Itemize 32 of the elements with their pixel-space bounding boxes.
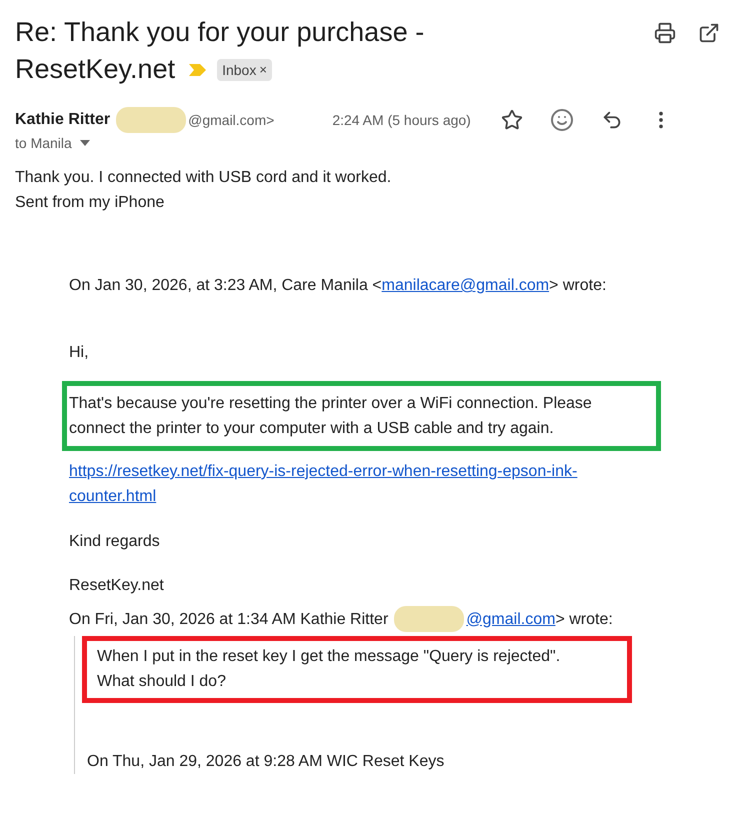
inbox-label[interactable]: Inbox × [217, 58, 272, 80]
recipient-dropdown[interactable]: to Manila [15, 135, 732, 151]
signature-text: ResetKey.net [69, 576, 165, 596]
quote-header-text: On Thu, Jan 29, 2026 at 9:28 AM WIC Reset Keys [87, 752, 446, 772]
open-new-window-icon[interactable] [698, 22, 720, 44]
message-text: Thank you. I connected with USB cord and it worked. [15, 168, 392, 188]
quote-header-text: On Jan 30, 2026, at 3:23 AM, Care Manila < [69, 276, 382, 296]
question-text: What should I do? [97, 672, 227, 692]
email-link[interactable]: @gmail.com [466, 606, 556, 632]
message-text: Sent from my iPhone [15, 193, 166, 213]
quote-header-text: > wrote: [555, 610, 613, 630]
emoji-icon[interactable] [550, 108, 574, 132]
quote-header-text: On Fri, Jan 30, 2026 at 1:34 AM Kathie Ritter [69, 610, 388, 630]
print-icon[interactable] [654, 22, 676, 44]
email-subject: ResetKey.net [15, 53, 176, 86]
quote-header-text: > wrote: [549, 276, 606, 296]
message-time: 2:24 AM (5 hours ago) [332, 112, 471, 128]
article-link[interactable]: https://resetkey.net/fix-query-is-rejected-error-when-resetting-epson-ink-counter.html [69, 459, 634, 509]
email-link[interactable]: manilacare@gmail.com [382, 273, 550, 298]
question-text: When I put in the reset key I get the message "Query is rejected". [97, 647, 562, 667]
email-subject: Re: Thank you for your purchase - [15, 16, 424, 49]
closing-text: Kind regards [69, 532, 161, 552]
redaction-mark [394, 606, 464, 632]
greeting-text: Hi, [69, 343, 90, 363]
redaction-mark [116, 107, 186, 133]
reply-paragraph: That's because you're resetting the printer over a WiFi connection. Please connect the printer to your computer with a USB cable and try again. [69, 394, 593, 439]
importance-marker-icon[interactable] [189, 62, 208, 76]
star-icon[interactable] [500, 109, 523, 131]
reply-icon[interactable] [600, 109, 623, 131]
sender-name: Kathie Ritter [15, 111, 110, 129]
caret-icon[interactable] [80, 140, 90, 146]
sender-email: @gmail.com> [188, 112, 274, 128]
